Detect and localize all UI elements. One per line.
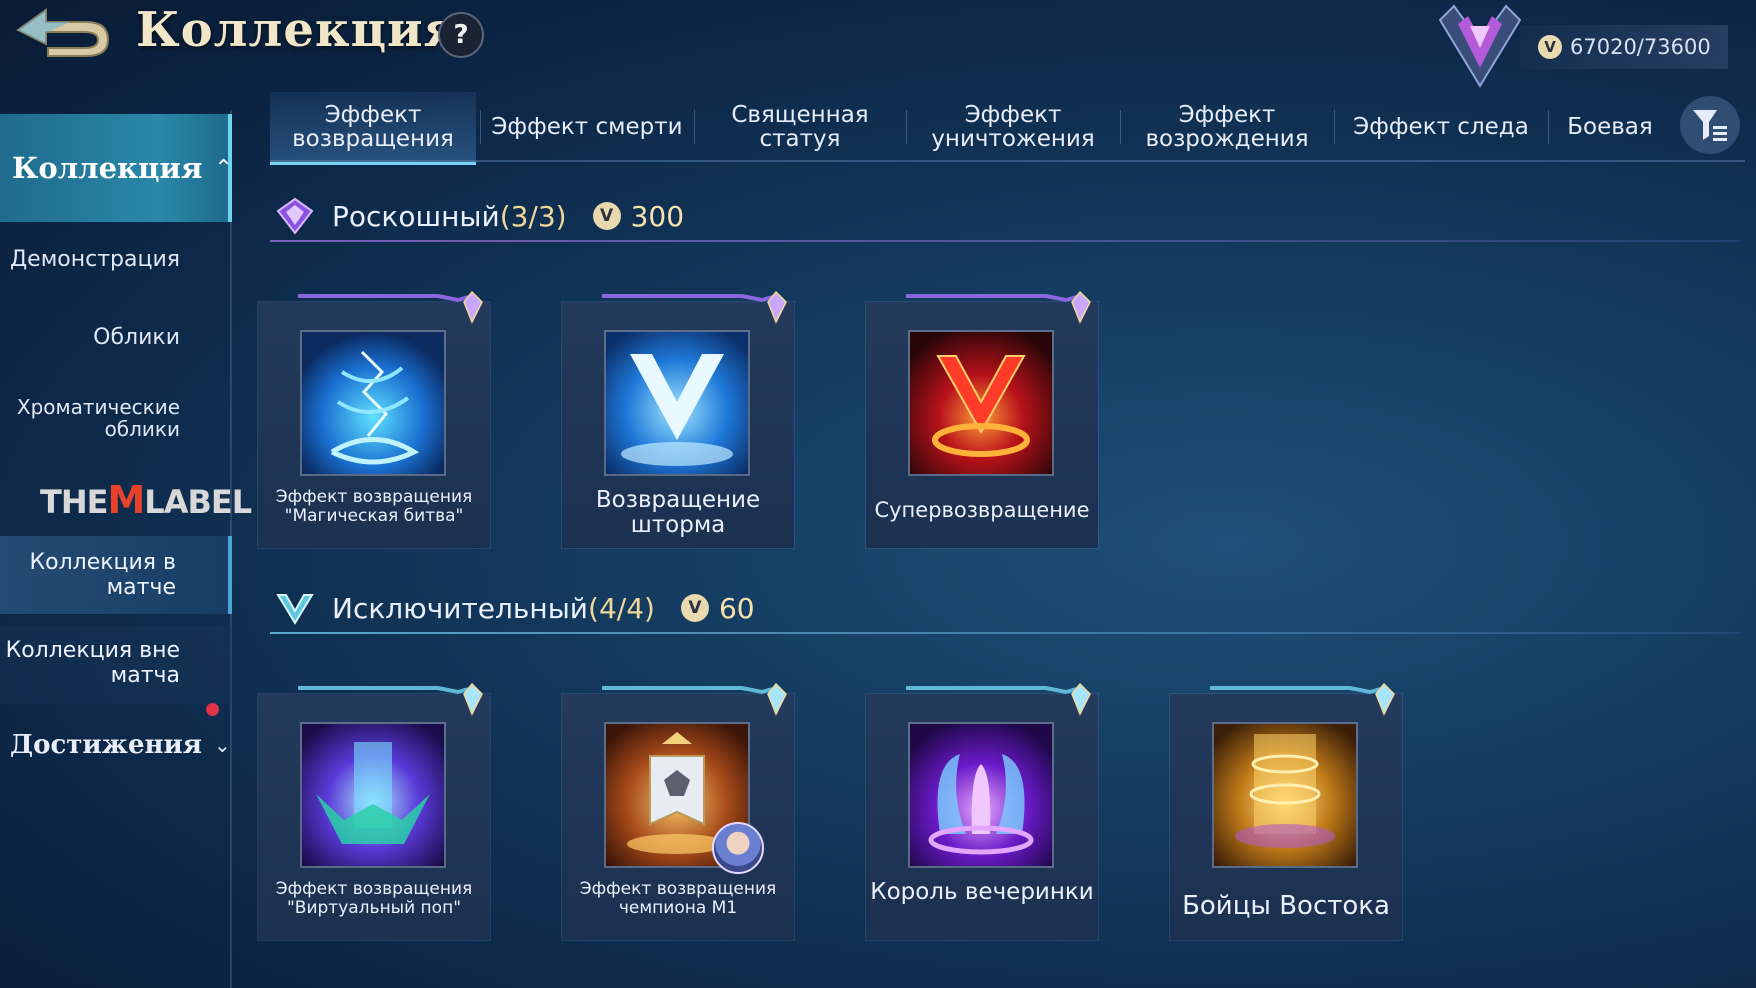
- item-card[interactable]: Эффект возвращения "Виртуальный поп": [258, 682, 490, 940]
- tab-respawn-effect[interactable]: Эффект возрождения: [1122, 92, 1332, 162]
- purple-fountain-icon: [908, 722, 1054, 868]
- section-divider: [270, 240, 1740, 242]
- back-arrow-icon[interactable]: [8, 4, 114, 60]
- section-title: Исключительный(4/4): [332, 592, 655, 625]
- section-header-luxury: Роскошный(3/3) V 300: [276, 194, 684, 238]
- category-tabs: Эффект возвращения Эффект смерти Священн…: [270, 92, 1745, 165]
- golden-pillar-icon: [1212, 722, 1358, 868]
- tab-divider: [694, 110, 695, 144]
- item-name: Супервозвращение: [874, 498, 1090, 522]
- item-card[interactable]: Эффект возвращения чемпиона М1: [562, 682, 794, 940]
- points-counter: V 67020/73600: [1520, 25, 1728, 69]
- sidebar-item-achievements[interactable]: Достижения ⌄: [10, 730, 231, 760]
- tab-recall-effect[interactable]: Эффект возвращения: [270, 92, 476, 165]
- item-name: Король вечеринки: [870, 879, 1094, 905]
- section-price: 60: [718, 591, 755, 625]
- tab-label: Священная статуя: [731, 102, 869, 152]
- tab-sacred-statue[interactable]: Священная статуя: [696, 92, 904, 162]
- filter-button[interactable]: [1680, 96, 1740, 154]
- tab-label: Эффект возвращения: [292, 102, 454, 152]
- section-title-text: Исключительный: [332, 591, 589, 625]
- avatar: [712, 822, 764, 874]
- tab-divider: [1548, 110, 1549, 144]
- tab-elimination-effect[interactable]: Эффект уничтожения: [908, 92, 1118, 162]
- item-card[interactable]: Супервозвращение: [866, 290, 1098, 548]
- blue-lightning-swirl-icon: [300, 330, 446, 476]
- card-corner-ornament-icon: [906, 682, 1091, 716]
- section-header-exclusive: Исключительный(4/4) V 60: [276, 586, 755, 630]
- item-name: Эффект возвращения "Виртуальный поп": [275, 879, 473, 918]
- section-title-text: Роскошный: [332, 199, 500, 233]
- logo-text-m: M: [107, 478, 145, 522]
- the-m-label-logo[interactable]: THEMLABEL: [40, 478, 252, 522]
- logo-text-post: LABEL: [144, 483, 252, 521]
- filter-icon: [1693, 110, 1727, 141]
- item-name: Возвращение шторма: [595, 487, 761, 538]
- tabs-underline: [270, 160, 1745, 162]
- card-corner-ornament-icon: [298, 682, 483, 716]
- teal-v-rank-icon: [276, 594, 314, 625]
- sidebar-item-chromatic-skins[interactable]: Хроматические облики: [0, 396, 180, 440]
- card-corner-ornament-icon: [906, 290, 1091, 324]
- tab-label: Эффект следа: [1353, 114, 1529, 140]
- purple-diamond-rank-icon: [276, 197, 314, 235]
- red-v-fire-ring-icon: [908, 330, 1054, 476]
- section-count: (3/3): [499, 199, 567, 233]
- purple-crown-portal-icon: [300, 722, 446, 868]
- card-corner-ornament-icon: [298, 290, 483, 324]
- collection-coin-icon: V: [592, 202, 621, 230]
- sidebar-item-label: Коллекция вне матча: [5, 638, 180, 688]
- tab-divider: [906, 110, 907, 144]
- sidebar-item-out-of-match[interactable]: Коллекция вне матча: [0, 626, 232, 704]
- section-price: 300: [630, 199, 685, 233]
- tab-label: Эффект возрождения: [1145, 102, 1309, 152]
- tab-label: Эффект смерти: [491, 114, 683, 140]
- help-button[interactable]: ?: [438, 12, 484, 58]
- section-count: (4/4): [588, 591, 655, 625]
- tab-divider: [1120, 110, 1121, 144]
- card-corner-ornament-icon: [602, 290, 787, 324]
- collection-coin-icon: V: [1538, 35, 1562, 59]
- card-corner-ornament-icon: [1210, 682, 1395, 716]
- tab-divider: [1334, 110, 1335, 144]
- item-card[interactable]: Бойцы Востока: [1170, 682, 1402, 940]
- tab-trail-effect[interactable]: Эффект следа: [1336, 92, 1546, 162]
- sidebar-item-collection[interactable]: Коллекция ⌃: [0, 114, 233, 222]
- tab-label: Боевая: [1567, 114, 1653, 140]
- sidebar-item-label: Коллекция: [12, 151, 203, 185]
- sidebar-item-label: Достижения: [10, 730, 203, 760]
- tab-battle[interactable]: Боевая: [1550, 92, 1670, 162]
- sidebar: Коллекция ⌃ Демонстрация Облики Хроматич…: [0, 110, 252, 988]
- sidebar-item-demo[interactable]: Демонстрация: [0, 248, 180, 272]
- sidebar-item-in-match[interactable]: Коллекция в матче: [0, 536, 232, 614]
- item-name: Эффект возвращения "Магическая битва": [275, 487, 473, 526]
- item-card[interactable]: Возвращение шторма: [562, 290, 794, 548]
- collection-coin-icon: V: [680, 594, 709, 622]
- notification-dot: [206, 703, 219, 716]
- card-corner-ornament-icon: [602, 682, 787, 716]
- blue-v-storm-icon: [604, 330, 750, 476]
- tab-label: Эффект уничтожения: [931, 102, 1095, 152]
- item-name: Бойцы Востока: [1182, 891, 1390, 921]
- page-title: Коллекция: [136, 2, 461, 58]
- points-value: 67020/73600: [1570, 35, 1711, 59]
- item-card[interactable]: Эффект возвращения "Магическая битва": [258, 290, 490, 548]
- section-title: Роскошный(3/3): [332, 200, 567, 233]
- tab-death-effect[interactable]: Эффект смерти: [482, 92, 692, 162]
- sidebar-item-label: Коллекция в матче: [29, 550, 177, 600]
- section-divider: [270, 632, 1740, 634]
- item-card[interactable]: Король вечеринки: [866, 682, 1098, 940]
- chevron-down-icon: ⌄: [214, 733, 231, 757]
- item-name: Эффект возвращения чемпиона М1: [579, 879, 777, 918]
- tab-divider: [480, 110, 481, 144]
- rank-emblem-icon: [1438, 4, 1522, 88]
- logo-text-pre: THE: [40, 483, 108, 521]
- sidebar-item-skins[interactable]: Облики: [0, 326, 180, 350]
- chevron-up-icon: ⌃: [214, 155, 233, 181]
